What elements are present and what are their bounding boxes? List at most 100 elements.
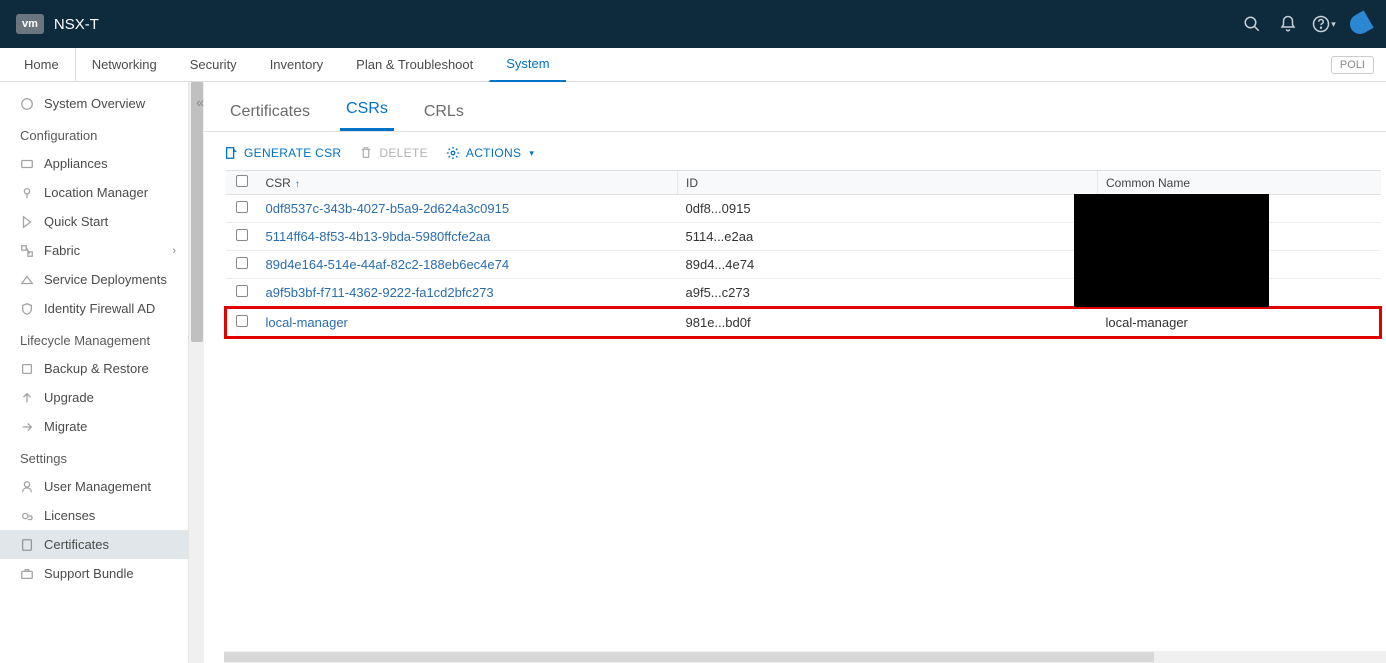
search-icon[interactable]	[1234, 6, 1270, 42]
mode-pill[interactable]: POLI	[1331, 56, 1374, 74]
sidebar-item-location-manager[interactable]: Location Manager	[0, 178, 188, 207]
nav-tab-inventory[interactable]: Inventory	[253, 48, 339, 82]
sidebar-item-label: Upgrade	[44, 390, 94, 405]
sidebar-item-identity-firewall[interactable]: Identity Firewall AD	[0, 294, 188, 323]
sidebar-item-fabric[interactable]: Fabric ›	[0, 236, 188, 265]
appliances-icon	[20, 157, 34, 171]
row-checkbox[interactable]	[236, 315, 248, 327]
row-checkbox[interactable]	[236, 201, 248, 213]
table-header-row: CSR↑ ID Common Name	[226, 171, 1381, 195]
cell-id: 981e...bd0f	[678, 308, 1098, 338]
sidebar-item-label: Fabric	[44, 243, 80, 258]
sidebar-item-upgrade[interactable]: Upgrade	[0, 383, 188, 412]
sidebar-collapse-icon[interactable]: «	[196, 94, 204, 110]
column-common-name[interactable]: Common Name	[1098, 171, 1381, 195]
user-icon	[20, 480, 34, 494]
sidebar-item-backup-restore[interactable]: Backup & Restore	[0, 354, 188, 383]
sidebar-item-label: User Management	[44, 479, 151, 494]
upgrade-icon	[20, 391, 34, 405]
sidebar-section-settings: Settings	[0, 441, 188, 472]
sidebar-item-label: Location Manager	[44, 185, 148, 200]
chevron-right-icon: ›	[172, 245, 176, 257]
nav-tab-plan-troubleshoot[interactable]: Plan & Troubleshoot	[339, 48, 489, 82]
csr-link[interactable]: a9f5b3bf-f711-4362-9222-fa1cd2bfc273	[266, 285, 494, 300]
nav-tab-home[interactable]: Home	[8, 48, 75, 82]
sub-tab-csrs[interactable]: CSRs	[340, 92, 394, 131]
sidebar-item-system-overview[interactable]: System Overview	[0, 82, 188, 118]
cell-id: 89d4...4e74	[678, 251, 1098, 279]
fabric-icon	[20, 244, 34, 258]
generate-csr-button[interactable]: GENERATE CSR	[224, 146, 341, 160]
sidebar-item-label: Appliances	[44, 156, 108, 171]
content-scrollbar-thumb[interactable]	[224, 652, 1154, 662]
sidebar-item-label: System Overview	[44, 96, 145, 111]
column-csr[interactable]: CSR↑	[258, 171, 678, 195]
csr-link[interactable]: local-manager	[266, 315, 348, 330]
sidebar-item-migrate[interactable]: Migrate	[0, 412, 188, 441]
sidebar-item-support-bundle[interactable]: Support Bundle	[0, 559, 188, 588]
sidebar-item-user-management[interactable]: User Management	[0, 472, 188, 501]
deployments-icon	[20, 273, 34, 287]
sidebar-item-certificates[interactable]: Certificates	[0, 530, 188, 559]
theme-toggle-icon[interactable]	[1346, 10, 1373, 37]
sidebar: System Overview Configuration Appliances…	[0, 82, 188, 663]
row-checkbox[interactable]	[236, 229, 248, 241]
sub-tabs: Certificates CSRs CRLs	[204, 82, 1386, 132]
sidebar-item-licenses[interactable]: Licenses	[0, 501, 188, 530]
column-checkbox[interactable]	[226, 171, 258, 195]
csr-link[interactable]: 89d4e164-514e-44af-82c2-188eb6ec4e74	[266, 257, 510, 272]
cell-id: 5114...e2aa	[678, 223, 1098, 251]
csr-table-wrap: CSR↑ ID Common Name 0df8537c-343b-4027-b…	[204, 170, 1386, 339]
sidebar-item-quick-start[interactable]: Quick Start	[0, 207, 188, 236]
app-header: vm NSX-T ▾	[0, 0, 1386, 48]
sub-tab-certificates[interactable]: Certificates	[224, 95, 316, 131]
redaction-block	[1074, 194, 1269, 307]
bell-icon[interactable]	[1270, 6, 1306, 42]
certificates-icon	[20, 538, 34, 552]
actions-dropdown[interactable]: ACTIONS ▾	[446, 146, 534, 160]
help-icon[interactable]: ▾	[1306, 6, 1342, 42]
sidebar-item-label: Identity Firewall AD	[44, 301, 155, 316]
main-layout: « System Overview Configuration Applianc…	[0, 82, 1386, 663]
cell-cn: local-manager	[1098, 308, 1381, 338]
content-horizontal-scrollbar[interactable]	[224, 651, 1386, 663]
sidebar-scrollbar-thumb[interactable]	[191, 82, 203, 342]
sidebar-item-label: Quick Start	[44, 214, 108, 229]
delete-button[interactable]: DELETE	[359, 146, 427, 160]
main-nav: Home Networking Security Inventory Plan …	[0, 48, 1386, 82]
nav-tab-security[interactable]: Security	[173, 48, 253, 82]
trash-icon	[359, 146, 373, 160]
gear-icon	[446, 146, 460, 160]
support-icon	[20, 567, 34, 581]
action-bar: GENERATE CSR DELETE ACTIONS ▾	[204, 132, 1386, 170]
sidebar-item-label: Support Bundle	[44, 566, 134, 581]
migrate-icon	[20, 420, 34, 434]
app-title: NSX-T	[54, 16, 99, 33]
sub-tab-crls[interactable]: CRLs	[418, 95, 470, 131]
sort-asc-icon: ↑	[295, 179, 300, 190]
table-row-highlighted[interactable]: local-manager 981e...bd0f local-manager	[226, 308, 1381, 338]
sidebar-wrap: « System Overview Configuration Applianc…	[0, 82, 204, 663]
csr-link[interactable]: 5114ff64-8f53-4b13-9bda-5980ffcfe2aa	[266, 229, 491, 244]
quickstart-icon	[20, 215, 34, 229]
cell-id: a9f5...c273	[678, 279, 1098, 308]
content-area: Certificates CSRs CRLs GENERATE CSR DELE…	[204, 82, 1386, 663]
cell-id: 0df8...0915	[678, 195, 1098, 223]
overview-icon	[20, 97, 34, 111]
row-checkbox[interactable]	[236, 285, 248, 297]
sidebar-item-label: Backup & Restore	[44, 361, 149, 376]
nav-tab-networking[interactable]: Networking	[75, 48, 173, 82]
sidebar-scrollbar[interactable]	[188, 82, 204, 663]
sidebar-item-service-deployments[interactable]: Service Deployments	[0, 265, 188, 294]
chevron-down-icon: ▾	[529, 148, 534, 159]
csr-link[interactable]: 0df8537c-343b-4027-b5a9-2d624a3c0915	[266, 201, 510, 216]
location-icon	[20, 186, 34, 200]
vmware-logo: vm	[16, 14, 44, 34]
sidebar-item-appliances[interactable]: Appliances	[0, 149, 188, 178]
column-id[interactable]: ID	[678, 171, 1098, 195]
backup-icon	[20, 362, 34, 376]
sidebar-section-lifecycle: Lifecycle Management	[0, 323, 188, 354]
select-all-checkbox[interactable]	[236, 175, 248, 187]
row-checkbox[interactable]	[236, 257, 248, 269]
nav-tab-system[interactable]: System	[489, 48, 565, 82]
